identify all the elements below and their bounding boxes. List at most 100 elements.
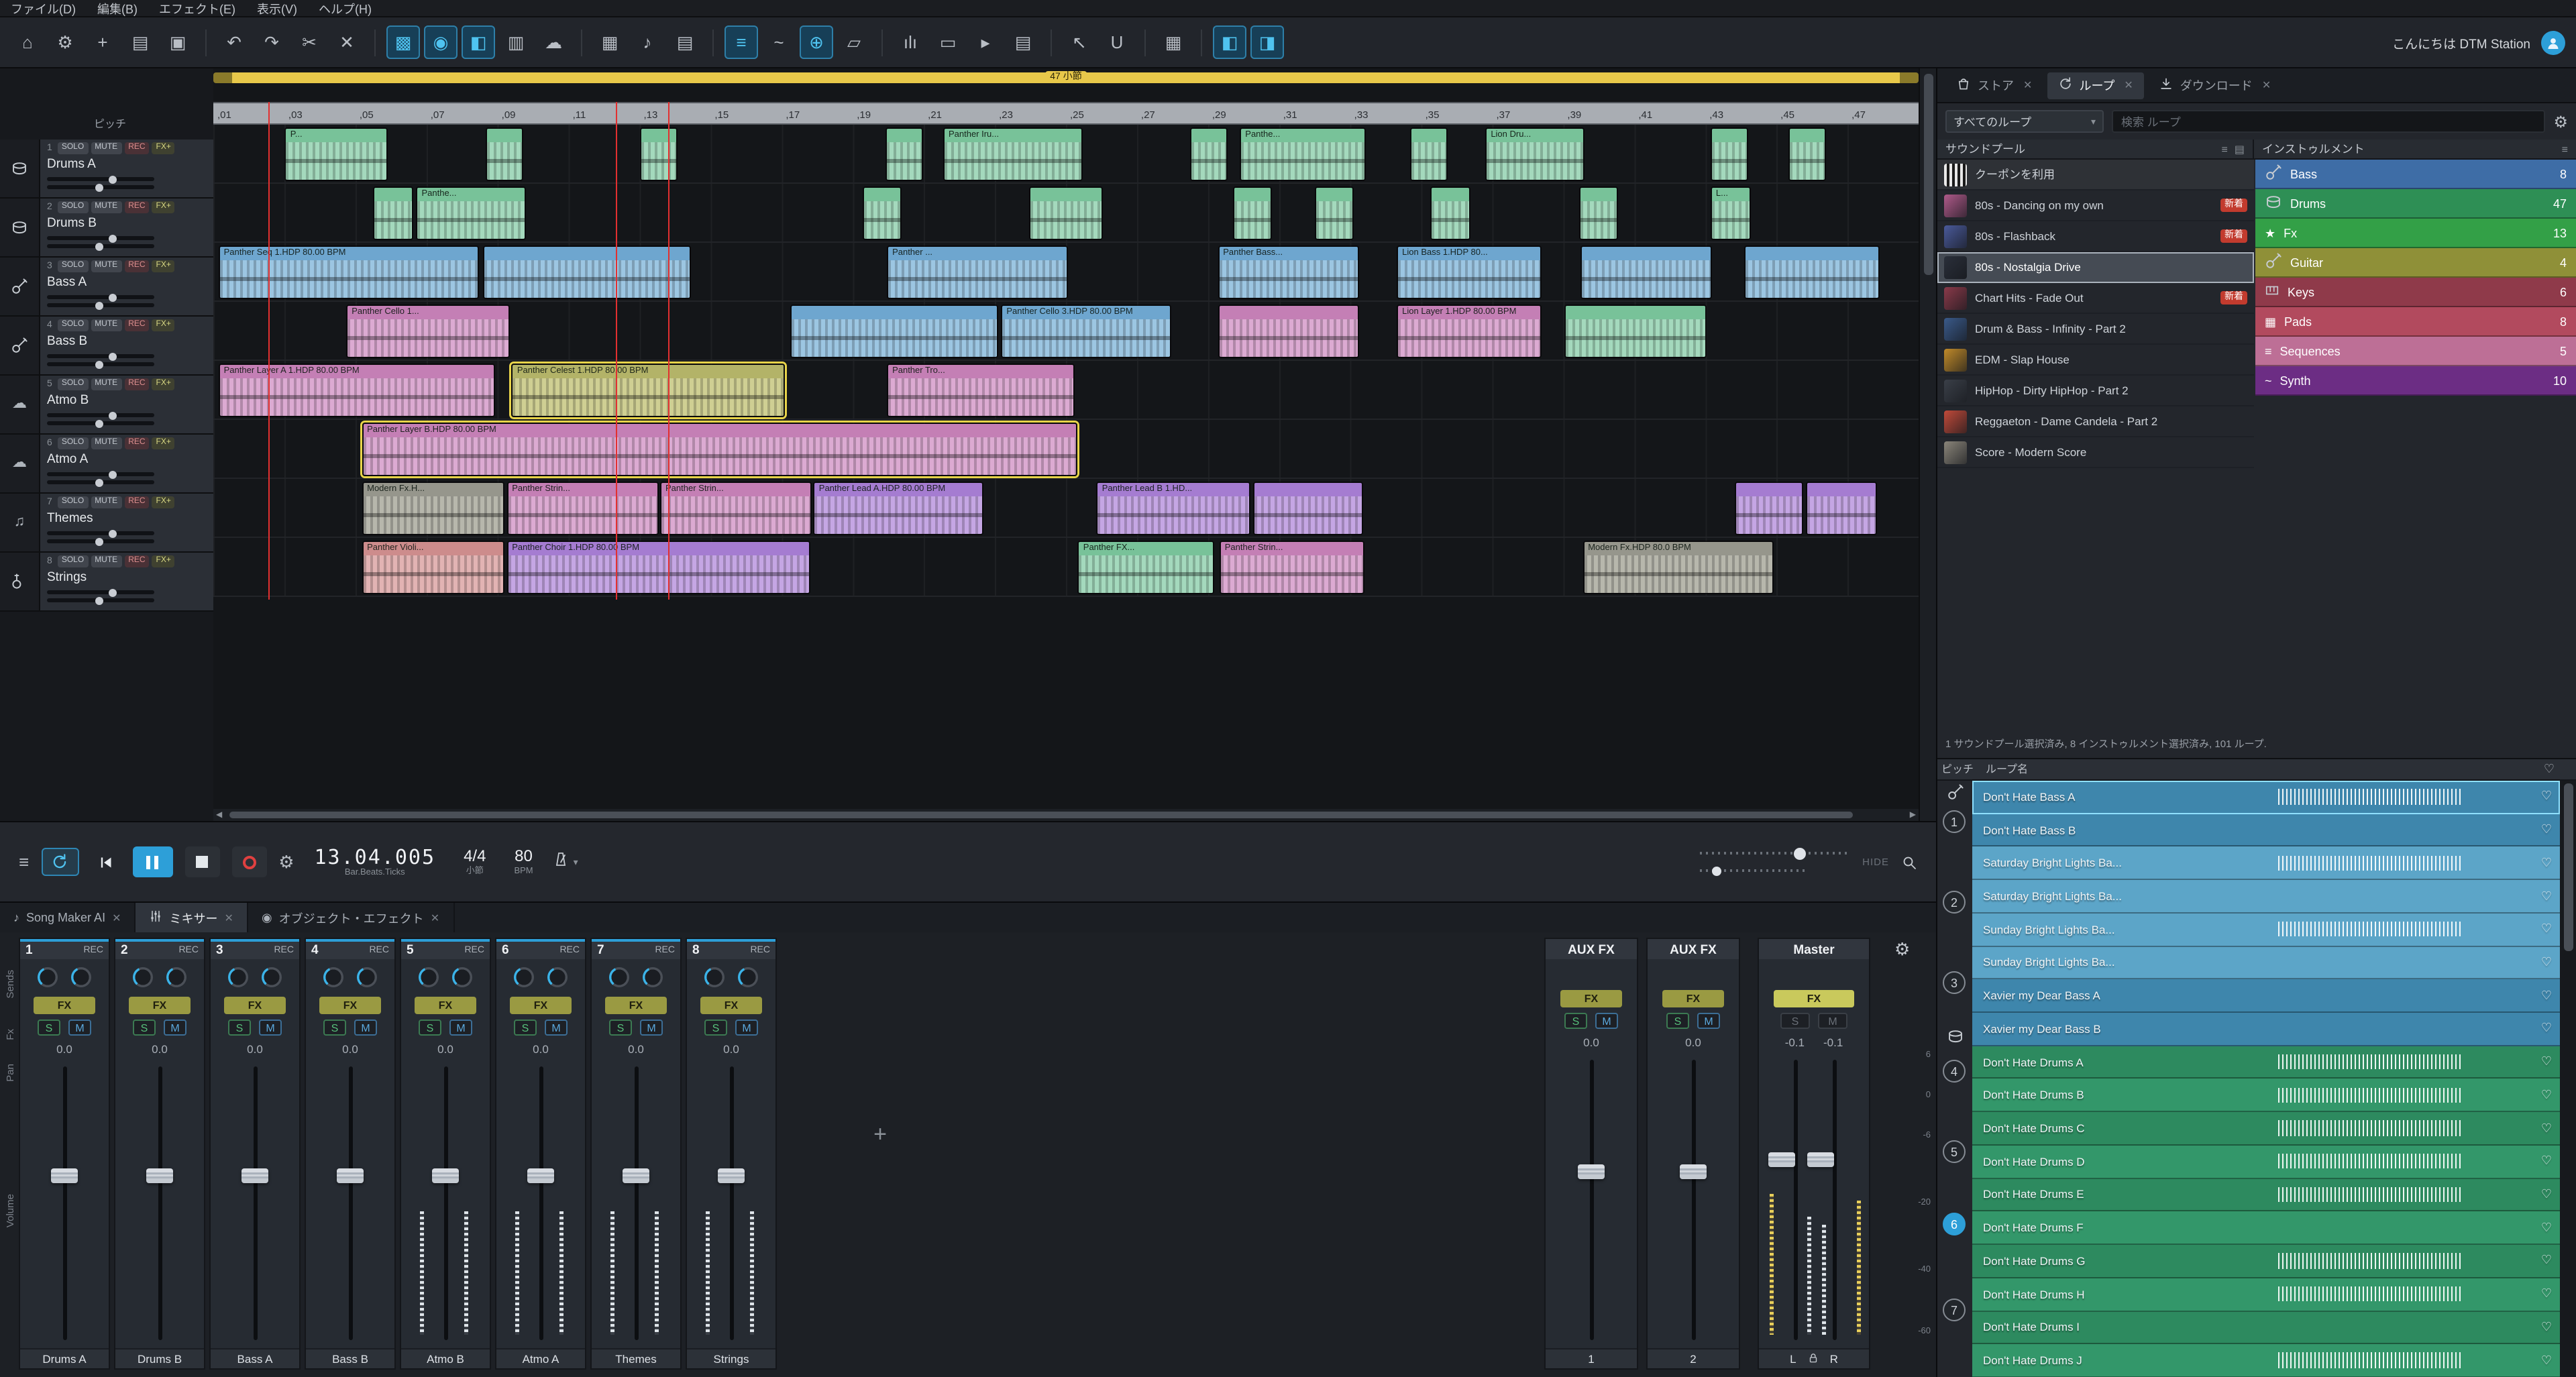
master-volume-slider[interactable] <box>1700 847 1850 859</box>
pitch-button-7[interactable]: 7 <box>1943 1299 1966 1321</box>
master-fader[interactable] <box>1759 1052 1869 1348</box>
mute-button[interactable]: M <box>354 1020 377 1036</box>
favorite-heart-icon[interactable]: ♡ <box>2541 822 2552 837</box>
scrollbar-thumb[interactable] <box>2563 783 2573 951</box>
track-volume-slider[interactable] <box>47 531 154 535</box>
favorite-heart-icon[interactable]: ♡ <box>2541 1187 2552 1202</box>
track-rec-button[interactable]: REC <box>124 142 149 154</box>
track-mute-button[interactable]: MUTE <box>91 437 121 449</box>
toolbar-audio-editor-icon[interactable]: ~ <box>762 25 796 59</box>
audio-clip[interactable] <box>1254 482 1363 535</box>
fx-button[interactable]: FX <box>1560 990 1622 1007</box>
fader-handle[interactable] <box>1578 1164 1605 1179</box>
send-knob-2[interactable] <box>547 967 568 987</box>
favorite-heart-icon[interactable]: ♡ <box>2541 1022 2552 1036</box>
playback-settings-icon[interactable]: ⚙ <box>278 851 294 873</box>
instrument-item[interactable]: ≡Sequences5 <box>2255 337 2576 366</box>
audio-clip[interactable]: Panther Bass... <box>1218 245 1359 299</box>
track-volume-slider[interactable] <box>47 472 154 476</box>
track-rec-button[interactable]: REC <box>124 437 149 449</box>
toolbar-keyboard-view-icon[interactable]: ▦ <box>1157 25 1190 59</box>
send-knob-2[interactable] <box>452 967 472 987</box>
loop-list-scrollbar[interactable] <box>2560 781 2576 1377</box>
track-rec-button[interactable]: REC <box>124 555 149 567</box>
audio-clip[interactable] <box>1579 186 1618 240</box>
audio-clip[interactable]: Panther Violi... <box>362 541 505 594</box>
track-header[interactable]: 8SOLOMUTERECFX+Strings <box>0 553 213 612</box>
audio-clip[interactable]: Panther Lead B 1.HD... <box>1097 482 1250 535</box>
audio-clip[interactable]: Lion Dru... <box>1485 127 1584 181</box>
track-solo-button[interactable]: SOLO <box>58 260 88 272</box>
audio-clip[interactable] <box>1806 482 1878 535</box>
solo-button[interactable]: S <box>1666 1013 1689 1029</box>
solo-button[interactable]: S <box>323 1020 346 1036</box>
send-knob-1[interactable] <box>514 967 534 987</box>
audio-clip[interactable] <box>1218 305 1359 358</box>
track-fx-button[interactable]: FX+ <box>152 378 175 390</box>
zoom-icon[interactable] <box>1901 854 1917 870</box>
track-volume-slider[interactable] <box>47 295 154 299</box>
toolbar-project-case-icon[interactable]: ▥ <box>499 25 533 59</box>
audio-clip[interactable] <box>1745 245 1880 299</box>
audio-clip[interactable] <box>1431 186 1470 240</box>
toolbar-panel-left-toggle-icon[interactable]: ◧ <box>1213 25 1246 59</box>
mute-button[interactable]: M <box>1697 1013 1720 1029</box>
solo-button[interactable]: S <box>704 1020 727 1036</box>
toolbar-midi-editor-icon[interactable]: ♪ <box>631 25 664 59</box>
track-header[interactable]: 3SOLOMUTERECFX+Bass A <box>0 258 213 317</box>
fx-button[interactable]: FX <box>605 997 667 1014</box>
fader-handle[interactable] <box>432 1168 459 1183</box>
audio-clip[interactable] <box>1734 482 1803 535</box>
fader-handle[interactable] <box>527 1168 554 1183</box>
audio-clip[interactable]: Panther Cello 3.HDP 80.00 BPM <box>1001 305 1171 358</box>
rec-arm-button[interactable]: REC <box>274 946 294 955</box>
track-fx-button[interactable]: FX+ <box>152 496 175 508</box>
toolbar-visualizer-icon[interactable]: ılı <box>894 25 927 59</box>
favorite-heart-icon[interactable]: ♡ <box>2541 1286 2552 1301</box>
close-icon[interactable]: ✕ <box>2023 79 2032 91</box>
fx-button[interactable]: FX <box>510 997 572 1014</box>
playback-cursor[interactable] <box>669 102 670 600</box>
toolbar-video-view-icon[interactable]: ▸ <box>969 25 1002 59</box>
audio-clip[interactable]: Modern Fx.H... <box>362 482 505 535</box>
playback-cursor[interactable] <box>268 102 269 600</box>
toolbar-draw-mode-icon[interactable]: U <box>1100 25 1134 59</box>
track-pan-slider[interactable] <box>47 303 154 307</box>
loop-item[interactable]: Saturday Bright Lights Ba...♡ <box>1972 847 2560 880</box>
loop-range-bar[interactable]: 47 小節 <box>213 72 1919 83</box>
favorite-heart-icon[interactable]: ♡ <box>2541 988 2552 1003</box>
volume-fader[interactable] <box>306 1058 394 1348</box>
send-knob-1[interactable] <box>323 967 343 987</box>
rec-arm-button[interactable]: REC <box>750 946 770 955</box>
audio-clip[interactable]: Panther Cello 1... <box>346 305 510 358</box>
track-fx-button[interactable]: FX+ <box>152 319 175 331</box>
scrollbar-thumb[interactable] <box>1924 74 1933 275</box>
menu-item-1[interactable]: 編集(B) <box>97 0 138 17</box>
loop-item[interactable]: Sunday Bright Lights Ba...♡ <box>1972 946 2560 979</box>
close-icon[interactable]: ✕ <box>225 912 233 924</box>
audio-clip[interactable]: Panther Seq 1.HDP 80.00 BPM <box>219 245 480 299</box>
track-pan-slider[interactable] <box>47 480 154 484</box>
favorite-heart-icon[interactable]: ♡ <box>2541 1121 2552 1136</box>
menu-item-4[interactable]: ヘルプ(H) <box>319 0 372 17</box>
audio-clip[interactable]: Panther Celest 1.HDP 80.00 BPM <box>512 364 785 417</box>
solo-button[interactable]: S <box>38 1020 60 1036</box>
loop-item[interactable]: Xavier my Dear Bass B♡ <box>1972 1013 2560 1046</box>
audio-clip[interactable]: P... <box>285 127 388 181</box>
instrument-item[interactable]: ~Synth10 <box>2255 366 2576 396</box>
track-pan-slider[interactable] <box>47 421 154 425</box>
toolbar-cloud-sync-icon[interactable]: ☁ <box>537 25 570 59</box>
tab-ループ[interactable]: ループ✕ <box>2047 72 2143 99</box>
fader-handle[interactable] <box>1680 1164 1707 1179</box>
audio-clip[interactable] <box>1191 127 1228 181</box>
loop-item[interactable]: Don't Hate Bass A♡ <box>1972 781 2560 814</box>
close-icon[interactable]: ✕ <box>2262 79 2271 91</box>
loop-filter-dropdown[interactable]: すべてのループ ▾ <box>1945 110 2104 133</box>
instrument-item[interactable]: ▦Pads8 <box>2255 307 2576 337</box>
audio-clip[interactable] <box>1315 186 1354 240</box>
track-rec-button[interactable]: REC <box>124 319 149 331</box>
audio-clip[interactable]: Lion Bass 1.HDP 80... <box>1397 245 1542 299</box>
mute-button[interactable]: M <box>449 1020 472 1036</box>
toolbar-mouse-mode-icon[interactable]: ↖ <box>1063 25 1096 59</box>
rec-arm-button[interactable]: REC <box>83 946 103 955</box>
